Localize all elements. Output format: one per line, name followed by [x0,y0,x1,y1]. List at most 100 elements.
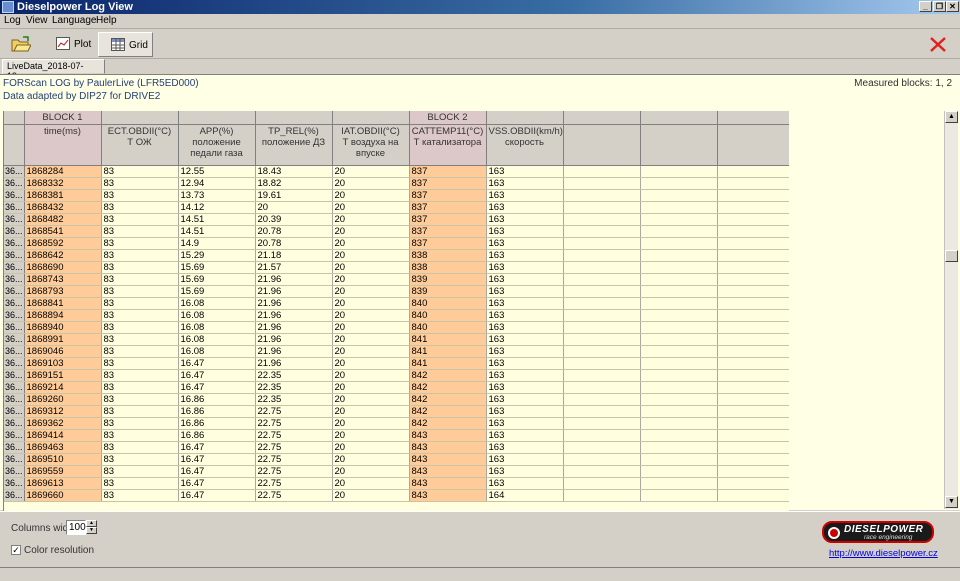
grid-cell[interactable]: 163 [486,345,564,358]
grid-cell[interactable]: 163 [486,213,564,226]
grid-cell[interactable]: 837 [409,165,487,178]
grid-cell[interactable]: 18.82 [255,177,333,190]
grid-cell[interactable]: 1869414 [24,429,102,442]
grid-cell[interactable]: 1869214 [24,381,102,394]
grid-cell[interactable]: 842 [409,417,487,430]
grid-cell[interactable]: 1868743 [24,273,102,286]
row-header[interactable]: 36... [4,345,25,358]
grid-cell[interactable]: 1869559 [24,465,102,478]
minimize-button[interactable]: _ [919,1,932,12]
grid-cell[interactable]: 163 [486,453,564,466]
grid-cell[interactable]: 12.55 [178,165,256,178]
grid-cell[interactable]: 163 [486,273,564,286]
grid-cell[interactable]: 16.47 [178,453,256,466]
grid-cell[interactable]: 838 [409,249,487,262]
grid-cell[interactable]: 16.47 [178,357,256,370]
grid-cell[interactable]: 83 [101,321,179,334]
grid-cell[interactable]: 20 [332,429,410,442]
grid-cell[interactable]: 1868940 [24,321,102,334]
row-header[interactable]: 36... [4,213,25,226]
grid-cell[interactable]: 843 [409,441,487,454]
row-header[interactable]: 36... [4,477,25,490]
grid-cell[interactable]: 163 [486,441,564,454]
table-row[interactable]: 36... 1868432 83 14.12 20 20 837 163 [4,201,789,214]
grid-cell[interactable]: 163 [486,249,564,262]
grid-cell[interactable]: 20 [332,357,410,370]
grid-cell[interactable]: 22.35 [255,393,333,406]
grid-cell[interactable]: 21.96 [255,285,333,298]
grid-cell[interactable]: 1868284 [24,165,102,178]
close-window-button[interactable]: ✕ [946,1,959,12]
grid-cell[interactable]: 22.75 [255,477,333,490]
scroll-up-icon[interactable]: ▲ [945,111,958,123]
grid-cell[interactable]: 83 [101,261,179,274]
grid-cell[interactable]: 83 [101,309,179,322]
grid-cell[interactable]: 163 [486,405,564,418]
grid-cell[interactable]: 15.69 [178,261,256,274]
tab-livedata[interactable]: LiveData_2018-07-19.csv [2,59,105,81]
table-row[interactable]: 36... 1869510 83 16.47 22.75 20 843 163 [4,453,789,466]
grid-cell[interactable]: 83 [101,381,179,394]
grid-cell[interactable]: 83 [101,393,179,406]
column-header-app[interactable]: APP(%) положение педали газа [178,124,256,166]
grid-cell[interactable]: 20 [332,453,410,466]
grid-cell[interactable]: 163 [486,477,564,490]
grid-cell[interactable]: 15.69 [178,273,256,286]
grid-cell[interactable]: 16.86 [178,393,256,406]
grid-cell[interactable]: 842 [409,381,487,394]
vertical-scrollbar[interactable]: ▲ ▼ [944,111,958,509]
grid-cell[interactable]: 20 [332,477,410,490]
column-header-ect[interactable]: ECT.OBDII(°C) Т ОЖ [101,124,179,166]
grid-cell[interactable]: 837 [409,213,487,226]
grid-cell[interactable]: 20.78 [255,237,333,250]
grid-cell[interactable]: 16.08 [178,333,256,346]
grid-cell[interactable]: 16.08 [178,345,256,358]
grid-cell[interactable]: 1868541 [24,225,102,238]
grid-cell[interactable]: 83 [101,225,179,238]
table-row[interactable]: 36... 1868940 83 16.08 21.96 20 840 163 [4,321,789,334]
grid-cell[interactable]: 163 [486,429,564,442]
grid-cell[interactable]: 20 [332,285,410,298]
grid-cell[interactable]: 83 [101,417,179,430]
grid-cell[interactable]: 839 [409,285,487,298]
row-header[interactable]: 36... [4,297,25,310]
table-row[interactable]: 36... 1868332 83 12.94 18.82 20 837 163 [4,177,789,190]
grid-cell[interactable]: 83 [101,345,179,358]
table-row[interactable]: 36... 1868793 83 15.69 21.96 20 839 163 [4,285,789,298]
row-header[interactable]: 36... [4,465,25,478]
row-header[interactable]: 36... [4,237,25,250]
grid-cell[interactable]: 1868793 [24,285,102,298]
grid-cell[interactable]: 83 [101,297,179,310]
grid-cell[interactable]: 163 [486,393,564,406]
grid-cell[interactable]: 83 [101,357,179,370]
grid-cell[interactable]: 20 [332,417,410,430]
grid-cell[interactable]: 21.96 [255,321,333,334]
grid-cell[interactable]: 20 [332,309,410,322]
grid-button[interactable]: Grid [98,32,153,57]
row-header[interactable]: 36... [4,189,25,202]
grid-cell[interactable]: 1868381 [24,189,102,202]
grid-cell[interactable]: 22.75 [255,453,333,466]
grid-cell[interactable]: 841 [409,357,487,370]
grid-cell[interactable]: 20 [332,345,410,358]
grid-cell[interactable]: 842 [409,405,487,418]
column-header-cattemp[interactable]: CATTEMP11(°C) Т катализатора [409,124,487,166]
grid-cell[interactable]: 20 [332,165,410,178]
grid-cell[interactable]: 20 [332,333,410,346]
grid-cell[interactable]: 22.75 [255,429,333,442]
table-row[interactable]: 36... 1869613 83 16.47 22.75 20 843 163 [4,477,789,490]
grid-cell[interactable]: 1868432 [24,201,102,214]
grid-cell[interactable]: 22.35 [255,381,333,394]
grid-cell[interactable]: 83 [101,189,179,202]
grid-cell[interactable]: 20 [255,201,333,214]
table-row[interactable]: 36... 1869559 83 16.47 22.75 20 843 163 [4,465,789,478]
row-header[interactable]: 36... [4,357,25,370]
row-header[interactable]: 36... [4,417,25,430]
row-header[interactable]: 36... [4,429,25,442]
grid-cell[interactable]: 163 [486,225,564,238]
row-header[interactable]: 36... [4,453,25,466]
grid-cell[interactable]: 841 [409,345,487,358]
grid-cell[interactable]: 20 [332,213,410,226]
column-header-iat[interactable]: IAT.OBDII(°C) Т воздуха на впуске [332,124,410,166]
grid-cell[interactable]: 163 [486,381,564,394]
